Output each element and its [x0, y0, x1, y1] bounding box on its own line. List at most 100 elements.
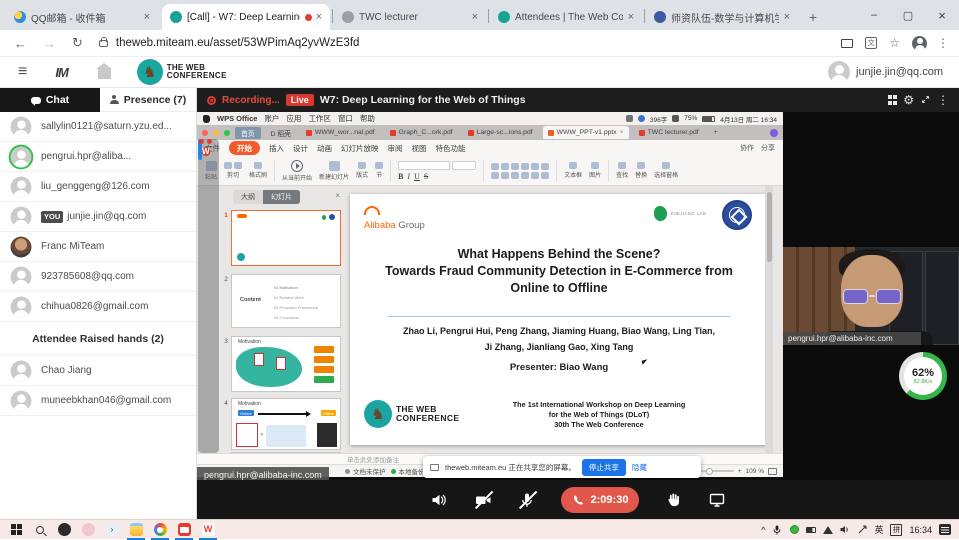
- zoom-in-icon[interactable]: +: [738, 468, 742, 475]
- mail-taskbar-icon[interactable]: [172, 520, 196, 540]
- new-tab-button[interactable]: +: [800, 4, 826, 30]
- chrome-taskbar-icon[interactable]: [148, 520, 172, 540]
- taskbar-app-icon[interactable]: [76, 520, 100, 540]
- doc-tab[interactable]: Large-sc...ions.pdf: [463, 127, 538, 139]
- wps-home-tab[interactable]: 首页: [235, 127, 261, 139]
- refresh-icon[interactable]: ↻: [72, 35, 83, 51]
- strikethrough-button[interactable]: S: [424, 172, 428, 181]
- doc-tab[interactable]: WWW_wor...nal.pdf: [301, 127, 380, 139]
- attendee-row[interactable]: Chao Jiang: [0, 356, 196, 386]
- ribbon-tab[interactable]: 动画: [317, 143, 332, 154]
- slide-thumbnail-2[interactable]: 2 Content 01 Motivation 02 Related Work …: [221, 274, 341, 328]
- mac-close-icon[interactable]: [202, 130, 208, 136]
- play-from-current-button[interactable]: 从当前开始: [282, 160, 312, 182]
- tray-mic-icon[interactable]: [772, 525, 782, 535]
- raise-hand-icon[interactable]: [663, 490, 683, 510]
- ribbon-tab[interactable]: 插入: [269, 143, 284, 154]
- doc-tab[interactable]: TWC lecturer.pdf: [634, 127, 704, 139]
- ribbon-tab[interactable]: 设计: [293, 143, 308, 154]
- settings-gear-icon[interactable]: ⚙: [903, 94, 914, 106]
- im-logo[interactable]: IM: [55, 65, 67, 80]
- browser-tab-attendees[interactable]: Attendees | The Web Conferen ×: [490, 4, 642, 30]
- tray-battery-icon[interactable]: [806, 525, 816, 535]
- layout-grid-icon[interactable]: [888, 95, 898, 105]
- stop-sharing-button[interactable]: 停止共享: [582, 459, 626, 476]
- wps-docer-tab[interactable]: D 稻壳: [266, 127, 296, 139]
- tab-close-icon[interactable]: ×: [472, 11, 478, 23]
- start-button[interactable]: [4, 520, 28, 540]
- maximize-button[interactable]: ▢: [891, 0, 925, 30]
- taskbar-search-icon[interactable]: [28, 520, 52, 540]
- hangup-button[interactable]: 2:09:30: [561, 487, 640, 513]
- mic-off-icon[interactable]: [517, 490, 537, 510]
- ribbon-tab[interactable]: 幻灯片放映: [341, 143, 379, 154]
- notification-center-icon[interactable]: [939, 524, 951, 535]
- format-painter-button[interactable]: 格式刷: [249, 162, 267, 179]
- outline-tab[interactable]: 大纲: [233, 190, 263, 204]
- tab-chat[interactable]: Chat: [0, 88, 100, 112]
- taskbar-app-icon[interactable]: ›: [100, 520, 124, 540]
- menubar-item[interactable]: 应用: [286, 113, 301, 124]
- wps-icon[interactable]: W: [202, 147, 210, 156]
- attendee-row[interactable]: sallylin0121@saturn.yzu.ed...: [0, 112, 196, 142]
- tab-close-icon[interactable]: ×: [620, 129, 624, 136]
- picture-button[interactable]: 图片: [589, 162, 601, 179]
- tab-close-icon[interactable]: ×: [316, 11, 322, 23]
- slides-tab[interactable]: 幻灯片: [263, 190, 300, 204]
- ime-language-indicator[interactable]: 英: [874, 523, 883, 536]
- tray-chevron-icon[interactable]: ^: [761, 525, 765, 535]
- attendee-row[interactable]: pengrui.hpr@aliba...: [0, 142, 196, 172]
- screenshare-view[interactable]: WPS Office 账户 应用 工作区 窗口 帮助 396字 75% 4月13…: [197, 112, 783, 477]
- hide-button[interactable]: 隐藏: [632, 462, 647, 473]
- panel-close-icon[interactable]: ×: [335, 191, 340, 200]
- minimize-button[interactable]: –: [857, 0, 891, 30]
- new-slide-button[interactable]: 新建幻灯片: [319, 161, 349, 181]
- slide-scrollbar[interactable]: [765, 186, 773, 453]
- tray-usb-icon[interactable]: [857, 525, 867, 535]
- ime-pinyin-icon[interactable]: 拼: [890, 524, 902, 536]
- mac-zoom-icon[interactable]: [224, 130, 230, 136]
- share-screen-icon[interactable]: [707, 490, 727, 510]
- attendee-row-you[interactable]: YOUjunjie.jin@qq.com: [0, 202, 196, 232]
- underline-button[interactable]: U: [414, 172, 420, 181]
- wps-taskbar-icon[interactable]: W: [196, 520, 220, 540]
- tab-close-icon[interactable]: ×: [628, 11, 634, 23]
- ribbon-tab-home[interactable]: 开始: [229, 141, 260, 155]
- translate-icon[interactable]: 文: [865, 37, 877, 49]
- fit-screen-icon[interactable]: [768, 468, 777, 475]
- bold-button[interactable]: B: [398, 172, 403, 181]
- replace-button[interactable]: 替换: [635, 162, 647, 179]
- tab-close-icon[interactable]: ×: [144, 11, 150, 23]
- italic-button[interactable]: I: [407, 172, 410, 181]
- wps-account-icon[interactable]: [770, 129, 778, 137]
- browser-tab-faculty[interactable]: 师资队伍-数学与计算机学院 ×: [646, 4, 798, 30]
- doc-tab[interactable]: Graph_C...ork.pdf: [385, 127, 458, 139]
- paragraph-tools[interactable]: [491, 163, 549, 179]
- font-name-select[interactable]: [398, 161, 450, 170]
- attendee-row[interactable]: muneebkhan046@gmail.com: [0, 386, 196, 416]
- home-icon[interactable]: [98, 69, 111, 79]
- slide-thumbnail-1[interactable]: 1: [221, 210, 341, 266]
- slide-thumbnail-3[interactable]: 3 Motivation: [221, 336, 341, 392]
- browser-tab-twc-lecturer[interactable]: TWC lecturer ×: [334, 4, 486, 30]
- share-button[interactable]: 分享: [761, 143, 775, 153]
- attendee-row[interactable]: Franc MiTeam: [0, 232, 196, 262]
- find-button[interactable]: 查找: [616, 162, 628, 179]
- font-size-select[interactable]: [452, 161, 476, 170]
- slide-thumbnail-4[interactable]: 4 Motivation Online Offline »: [221, 398, 341, 450]
- profile-avatar-icon[interactable]: [912, 36, 927, 51]
- tray-wifi-icon[interactable]: [823, 525, 833, 535]
- back-icon[interactable]: ←: [14, 36, 27, 51]
- section-button[interactable]: 节: [375, 162, 383, 179]
- taskbar-app-icon[interactable]: [52, 520, 76, 540]
- padlock-icon[interactable]: [99, 40, 108, 47]
- forward-icon[interactable]: →: [43, 36, 56, 51]
- collaborate-button[interactable]: 协作: [740, 143, 754, 153]
- tab-presence[interactable]: Presence (7): [100, 88, 196, 112]
- tab-close-icon[interactable]: ×: [784, 11, 790, 23]
- slide-canvas[interactable]: Alibaba Group ZHEJIANG LAB What Happens …: [350, 194, 768, 445]
- textbox-button[interactable]: 文本框: [564, 162, 582, 179]
- menubar-item[interactable]: 窗口: [338, 113, 353, 124]
- speaker-icon[interactable]: [429, 490, 449, 510]
- doc-tab-active[interactable]: WWW_PPT-v1.pptx×: [543, 126, 629, 139]
